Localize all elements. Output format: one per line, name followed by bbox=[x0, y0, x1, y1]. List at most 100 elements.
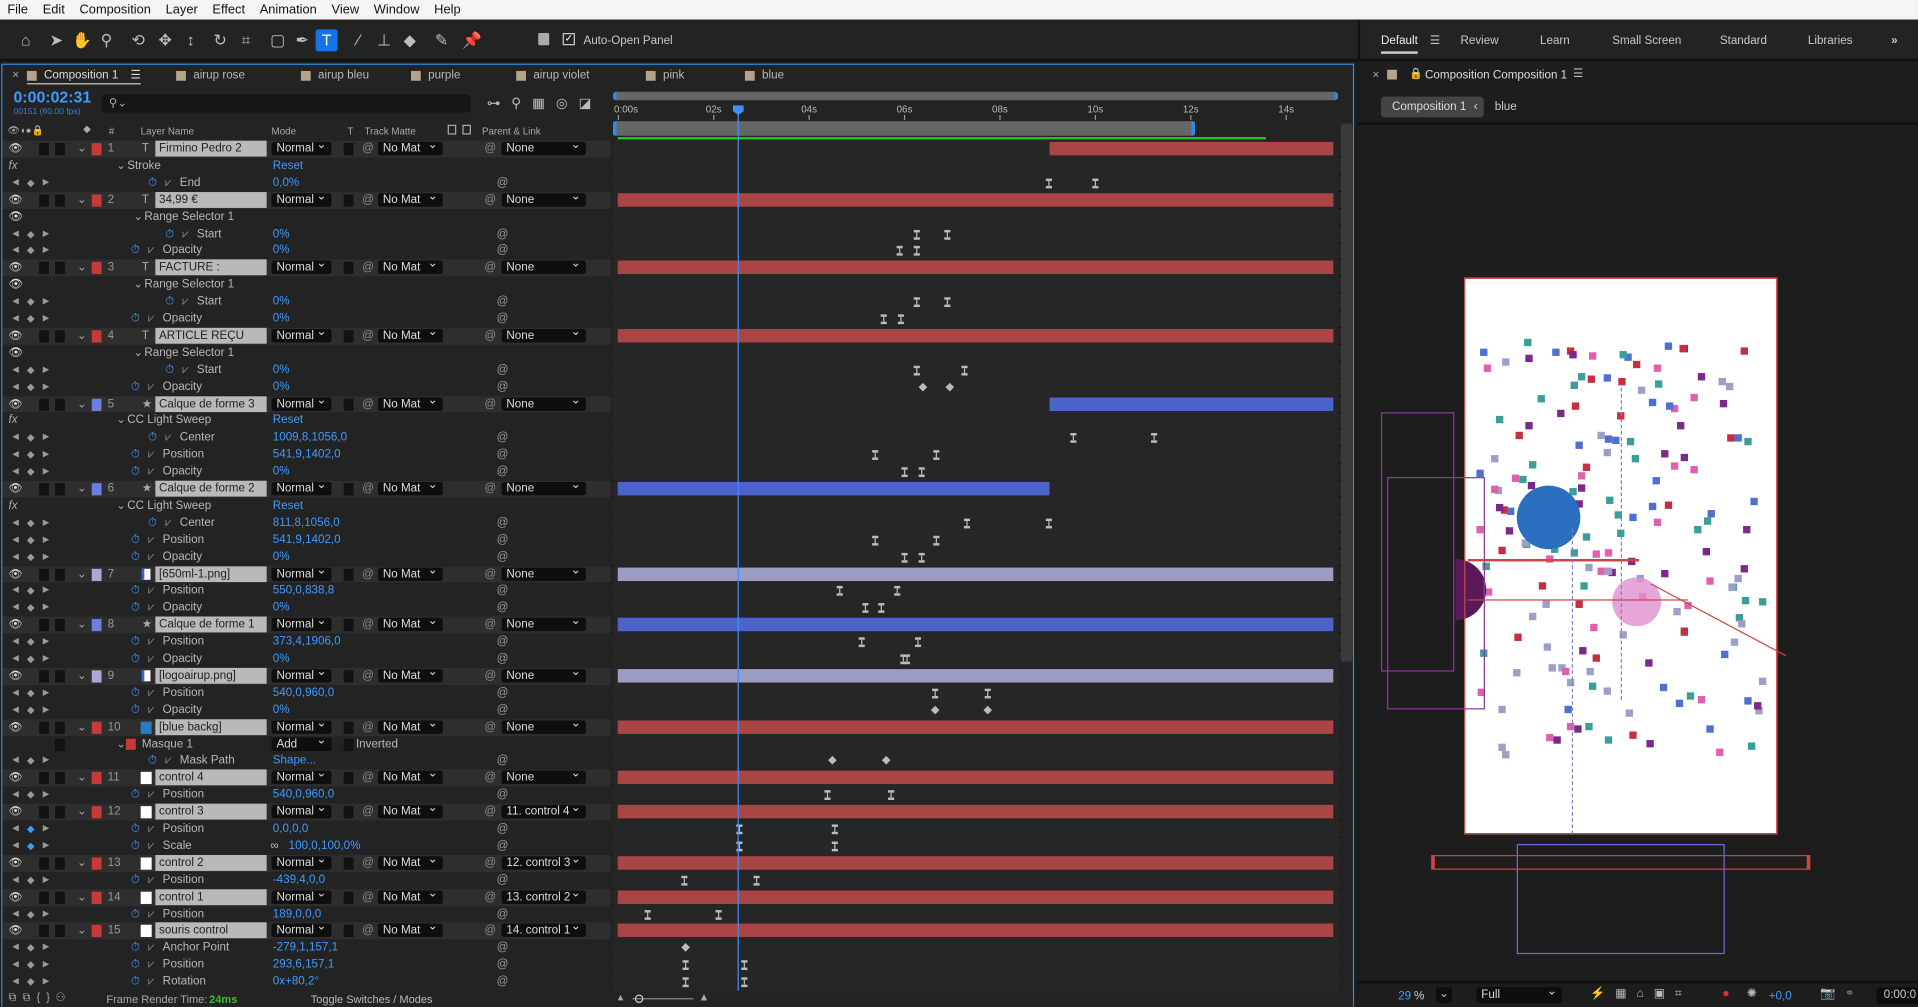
property-value[interactable]: 0% bbox=[273, 651, 290, 667]
keyframe[interactable] bbox=[858, 637, 865, 648]
keyframe[interactable] bbox=[681, 875, 688, 886]
prev-keyframe-icon[interactable]: ◀ bbox=[12, 838, 19, 854]
parent-pickwhip-icon[interactable]: @ bbox=[484, 396, 496, 412]
prev-keyframe-icon[interactable]: ◀ bbox=[12, 702, 19, 718]
visibility-eye-icon[interactable]: 👁 bbox=[9, 396, 23, 412]
prev-keyframe-icon[interactable]: ◀ bbox=[12, 447, 19, 463]
next-keyframe-icon[interactable]: ▶ bbox=[43, 838, 50, 854]
parent-dropdown[interactable]: None bbox=[501, 478, 586, 496]
blend-mode-dropdown[interactable]: Normal bbox=[271, 563, 332, 581]
visibility-eye-icon[interactable]: 👁 bbox=[9, 209, 24, 225]
keyframe[interactable] bbox=[824, 790, 831, 801]
expression-pickwhip-icon[interactable]: @ bbox=[497, 175, 509, 191]
stopwatch-icon[interactable]: ⏱ bbox=[131, 583, 140, 599]
layer-name[interactable]: Firmino Pedro 2 bbox=[155, 140, 267, 157]
lock-switch[interactable] bbox=[55, 194, 65, 207]
blend-mode-dropdown[interactable]: Normal bbox=[271, 325, 332, 343]
expand-chevron-icon[interactable]: ⌄ bbox=[77, 923, 87, 939]
expression-pickwhip-icon[interactable]: @ bbox=[497, 634, 509, 650]
layer-duration-bar[interactable] bbox=[617, 566, 1334, 581]
stopwatch-icon[interactable]: ⏱ bbox=[148, 175, 157, 191]
parent-pickwhip-icon[interactable]: @ bbox=[484, 328, 496, 344]
expression-pickwhip-icon[interactable]: @ bbox=[497, 838, 509, 854]
track-matte-dropdown[interactable]: No Mat bbox=[377, 614, 443, 632]
menu-window[interactable]: Window bbox=[374, 2, 420, 17]
visibility-eye-icon[interactable]: 👁 bbox=[9, 345, 24, 361]
add-keyframe-icon[interactable]: ◆ bbox=[27, 872, 35, 888]
preserve-transparency-toggle[interactable] bbox=[343, 143, 354, 156]
keyframe[interactable] bbox=[933, 535, 940, 546]
layer-name[interactable]: [blue backg] bbox=[155, 718, 267, 735]
exposure-value[interactable]: +0,0 bbox=[1769, 990, 1792, 1003]
add-keyframe-icon[interactable]: ◆ bbox=[27, 532, 35, 548]
layer-duration-bar[interactable] bbox=[617, 481, 1049, 496]
label-color-swatch[interactable] bbox=[91, 772, 102, 785]
add-keyframe-icon[interactable]: ◆ bbox=[27, 311, 35, 327]
preserve-transparency-toggle[interactable] bbox=[343, 806, 354, 819]
add-keyframe-icon[interactable]: ◆ bbox=[27, 702, 35, 718]
layer-duration-bar[interactable] bbox=[617, 924, 1334, 938]
brush-tool-icon[interactable]: ⁄ bbox=[347, 29, 369, 51]
track-matte-pickwhip-icon[interactable]: @ bbox=[362, 141, 374, 157]
graph-editor-icon[interactable]: ⩗ bbox=[148, 787, 155, 803]
stopwatch-icon[interactable]: ⏱ bbox=[131, 311, 140, 327]
graph-editor-icon[interactable]: ⩗ bbox=[148, 243, 155, 259]
lock-switch[interactable] bbox=[55, 619, 65, 632]
next-keyframe-icon[interactable]: ▶ bbox=[43, 940, 50, 956]
parent-dropdown[interactable]: None bbox=[501, 393, 586, 411]
expand-chevron-icon[interactable]: ⌄ bbox=[77, 668, 87, 684]
expression-pickwhip-icon[interactable]: @ bbox=[497, 583, 509, 599]
lock-switch[interactable] bbox=[55, 772, 65, 785]
next-keyframe-icon[interactable]: ▶ bbox=[43, 532, 50, 548]
add-keyframe-icon[interactable]: ◆ bbox=[27, 430, 35, 446]
clone-tool-icon[interactable]: ⊥ bbox=[373, 29, 395, 51]
add-keyframe-icon[interactable]: ◆ bbox=[27, 175, 35, 191]
preserve-transparency-toggle[interactable] bbox=[343, 891, 354, 904]
prev-keyframe-icon[interactable]: ◀ bbox=[12, 821, 19, 837]
stopwatch-icon[interactable]: ⏱ bbox=[131, 634, 140, 650]
workspace-small-screen[interactable]: Small Screen bbox=[1612, 34, 1681, 47]
solo-switch[interactable] bbox=[39, 194, 49, 207]
keyframe[interactable] bbox=[715, 909, 722, 920]
parent-pickwhip-icon[interactable]: @ bbox=[484, 260, 496, 276]
tab-airup-violet[interactable]: airup violet bbox=[516, 68, 590, 82]
add-keyframe-icon[interactable]: ◆ bbox=[27, 549, 35, 565]
keyframe[interactable] bbox=[1046, 518, 1053, 529]
home-tool-icon[interactable]: ⌂ bbox=[15, 29, 37, 51]
expand-chevron-icon[interactable]: ⌄ bbox=[77, 328, 87, 344]
mask-switch[interactable] bbox=[55, 738, 65, 751]
prev-keyframe-icon[interactable]: ◀ bbox=[12, 362, 19, 378]
tab-menu-icon[interactable]: ☰ bbox=[131, 68, 141, 81]
tab-airup-bleu[interactable]: airup bleu bbox=[300, 68, 369, 82]
visibility-eye-icon[interactable]: 👁 bbox=[9, 566, 23, 582]
lock-switch[interactable] bbox=[55, 891, 65, 904]
stopwatch-icon[interactable]: ⏱ bbox=[131, 957, 140, 973]
next-keyframe-icon[interactable]: ▶ bbox=[43, 175, 50, 191]
fx-icon[interactable]: fx bbox=[9, 498, 18, 514]
parent-pickwhip-icon[interactable]: @ bbox=[484, 668, 496, 684]
keyframe[interactable] bbox=[831, 824, 838, 835]
visibility-eye-icon[interactable]: 👁 bbox=[9, 855, 23, 871]
tab-purple[interactable]: purple bbox=[410, 68, 460, 82]
next-keyframe-icon[interactable]: ▶ bbox=[43, 583, 50, 599]
layer-name[interactable]: [650ml-1.png] bbox=[155, 565, 267, 582]
panel-menu-icon[interactable]: ☰ bbox=[1573, 67, 1583, 80]
expression-pickwhip-icon[interactable]: @ bbox=[497, 600, 509, 616]
parent-dropdown[interactable]: 14. control 1 bbox=[501, 920, 586, 938]
prev-keyframe-icon[interactable]: ◀ bbox=[12, 957, 19, 973]
anchor-tool-icon[interactable]: ⌗ bbox=[235, 29, 257, 51]
prev-keyframe-icon[interactable]: ◀ bbox=[12, 583, 19, 599]
next-keyframe-icon[interactable]: ▶ bbox=[43, 362, 50, 378]
preserve-transparency-toggle[interactable] bbox=[343, 721, 354, 734]
add-keyframe-icon[interactable]: ◆ bbox=[27, 838, 35, 854]
expression-pickwhip-icon[interactable]: @ bbox=[497, 906, 509, 922]
property-value[interactable]: 1009,8,1056,0 bbox=[273, 430, 347, 446]
menu-effect[interactable]: Effect bbox=[212, 2, 245, 17]
keyframe[interactable] bbox=[1092, 178, 1099, 189]
eraser-tool-icon[interactable]: ◆ bbox=[399, 29, 421, 51]
visibility-eye-icon[interactable]: 👁 bbox=[9, 668, 23, 684]
keyframe[interactable] bbox=[1151, 433, 1158, 444]
lock-switch[interactable] bbox=[55, 806, 65, 819]
blend-mode-dropdown[interactable]: Normal bbox=[271, 665, 332, 683]
layer-duration-bar[interactable] bbox=[617, 719, 1334, 734]
